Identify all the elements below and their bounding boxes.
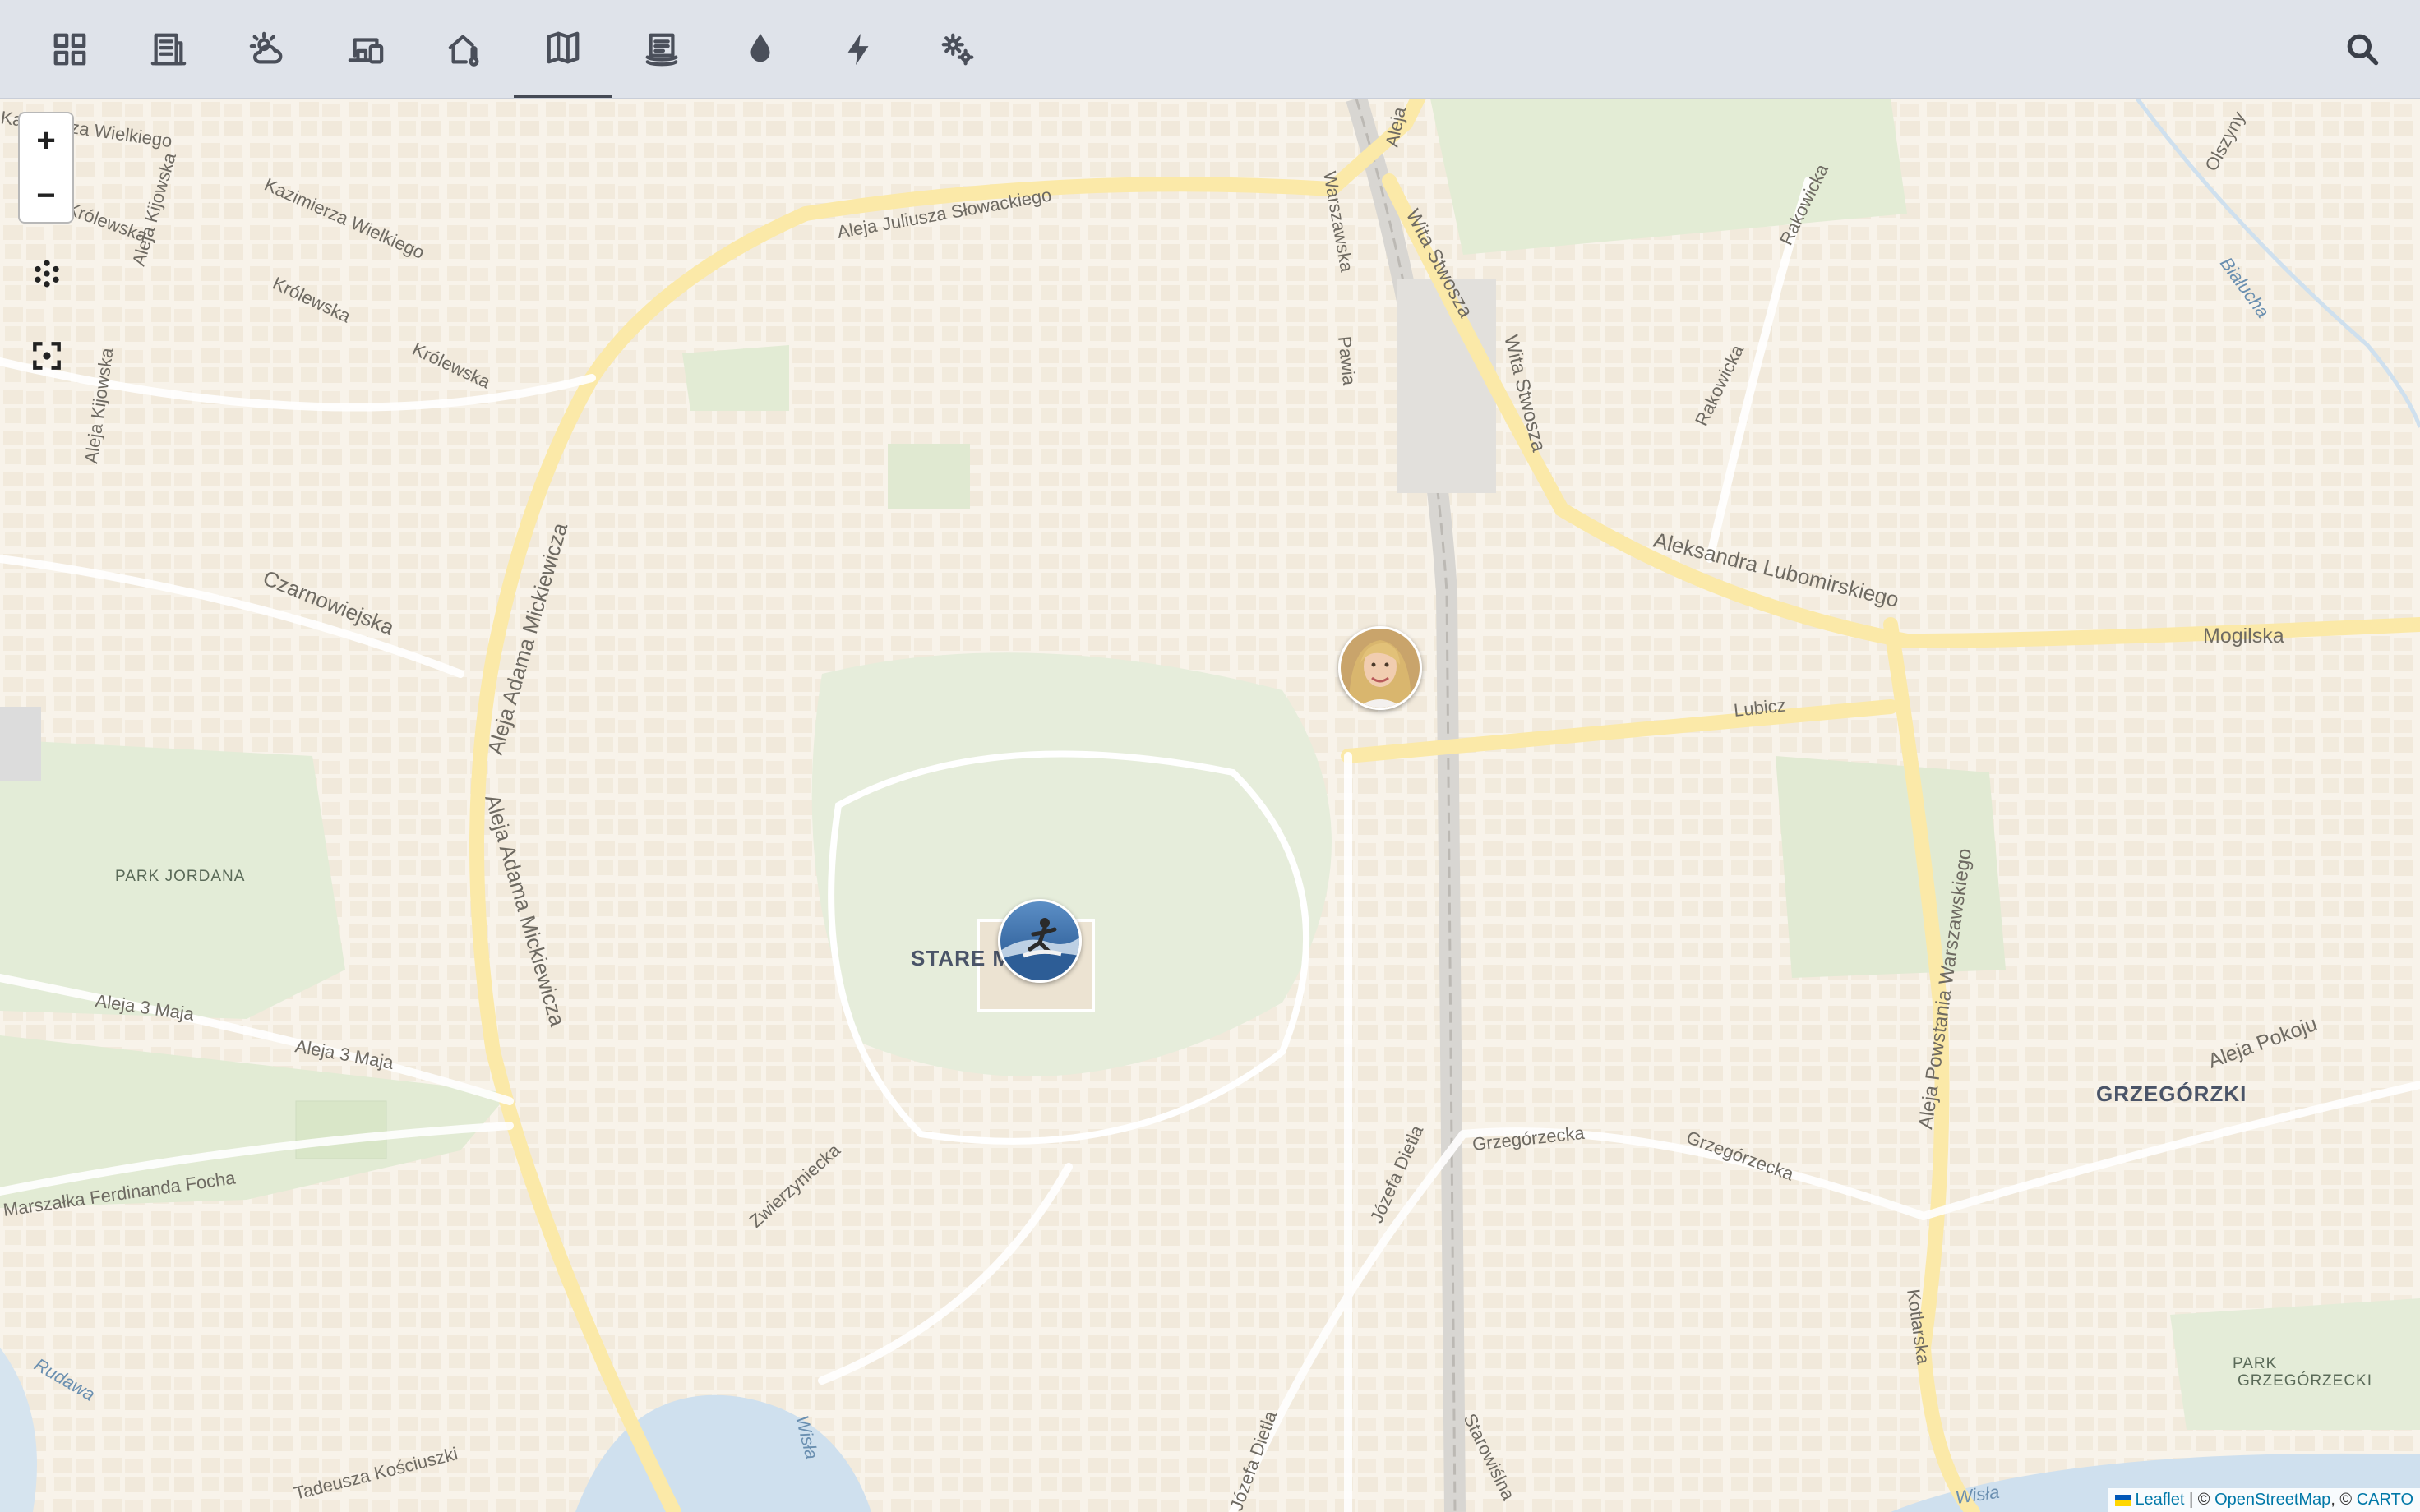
- tab-home-climate[interactable]: [415, 0, 514, 98]
- district-label-grzegorzki: GRZEGÓRZKI: [2096, 1081, 2247, 1106]
- water-drop-icon: [750, 33, 770, 62]
- zoom-in-button[interactable]: +: [20, 113, 72, 168]
- top-navigation-bar: [0, 0, 2420, 99]
- home-thermometer-icon: [448, 35, 479, 67]
- park-label-grzegorzecki: PARK: [2233, 1355, 2277, 1372]
- avatar-surfer-icon: [1000, 901, 1079, 980]
- leaflet-link[interactable]: Leaflet: [2135, 1491, 2184, 1509]
- person-marker[interactable]: [1338, 626, 1422, 710]
- layers-icon: [645, 33, 678, 66]
- person-marker[interactable]: [998, 899, 1082, 983]
- district-label-stare-miasto: STARE M: [911, 946, 1011, 970]
- search-button[interactable]: [2341, 28, 2384, 71]
- focus-frame-icon: [33, 342, 61, 370]
- cluster-toggle-button[interactable]: [28, 255, 66, 293]
- tab-energy[interactable]: [810, 0, 908, 98]
- openstreetmap-link[interactable]: OpenStreetMap: [2214, 1491, 2330, 1509]
- zoom-out-button[interactable]: −: [20, 168, 72, 223]
- park-label-grzegorzecki: GRZEGÓRZECKI: [2238, 1371, 2372, 1390]
- attribution-separator: , ©: [2330, 1491, 2357, 1509]
- tab-map[interactable]: [514, 0, 612, 98]
- tab-settings[interactable]: [908, 0, 1007, 98]
- grid-icon: [53, 33, 86, 65]
- ukraine-flag-icon: [2115, 1494, 2132, 1506]
- dots-cluster-icon: [35, 260, 59, 288]
- tab-weather[interactable]: [218, 0, 316, 98]
- avatar-woman-icon: [1341, 629, 1420, 708]
- building-icon: [150, 33, 187, 65]
- tab-building[interactable]: [119, 0, 218, 98]
- devices-icon: [348, 37, 384, 63]
- search-icon: [2347, 34, 2379, 66]
- carto-link[interactable]: CARTO: [2357, 1491, 2413, 1509]
- tab-layers[interactable]: [612, 0, 711, 98]
- zoom-control: + −: [18, 112, 74, 224]
- street-label: Mogilska: [2203, 625, 2284, 648]
- tab-devices[interactable]: [316, 0, 415, 98]
- park-label-jordana: PARK JORDANA: [115, 868, 245, 885]
- map-icon: [547, 31, 580, 63]
- weather-icon: [249, 31, 283, 63]
- lightning-icon: [847, 33, 869, 65]
- fit-bounds-button[interactable]: [28, 337, 66, 375]
- attribution-separator: | ©: [2184, 1491, 2215, 1509]
- cogs-icon: [941, 33, 974, 65]
- tab-dashboard[interactable]: [21, 0, 119, 98]
- tab-water[interactable]: [711, 0, 810, 98]
- map-view[interactable]: Kazimierza Wielkiego Aleja Juliusza Słow…: [0, 99, 2420, 1512]
- map-tiles[interactable]: Kazimierza Wielkiego Aleja Juliusza Słow…: [0, 99, 2420, 1512]
- map-attribution: Leaflet | © OpenStreetMap, © CARTO: [2108, 1488, 2420, 1512]
